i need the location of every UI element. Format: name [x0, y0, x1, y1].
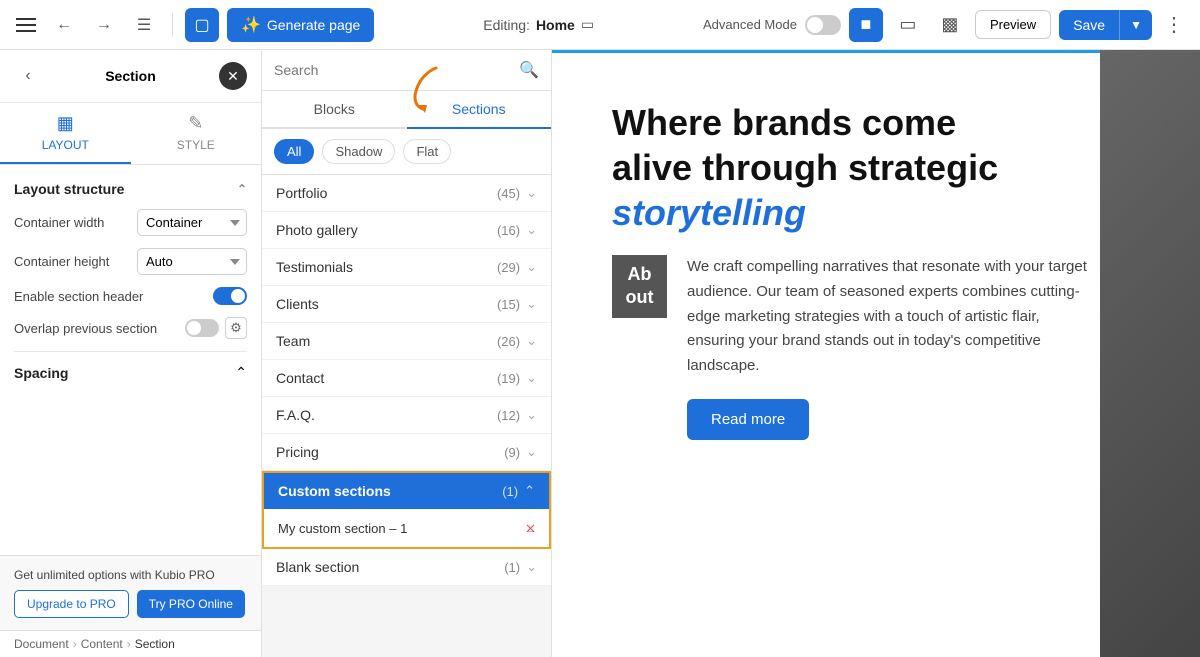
main-layout: ‹ Section ✕ ▦ LAYOUT ✎ STYLE Layout stru… — [0, 50, 1200, 657]
panel-tabs: ▦ LAYOUT ✎ STYLE — [0, 103, 261, 165]
list-item-portfolio[interactable]: Portfolio (45) ⌄ — [262, 175, 551, 212]
more-options-button[interactable]: ⋮ — [1160, 8, 1188, 41]
portfolio-chevron: ⌄ — [526, 185, 537, 201]
left-panel: ‹ Section ✕ ▦ LAYOUT ✎ STYLE Layout stru… — [0, 50, 262, 657]
container-height-row: Container height Auto — [14, 248, 247, 275]
testimonials-chevron: ⌄ — [526, 259, 537, 275]
editing-indicator: Editing: Home ▭ — [382, 16, 695, 33]
preview-button[interactable]: Preview — [975, 10, 1051, 39]
desktop-view-button[interactable]: ■ — [849, 8, 883, 42]
tab-layout[interactable]: ▦ LAYOUT — [0, 103, 131, 164]
panel-back-button[interactable]: ‹ — [14, 62, 42, 90]
pricing-chevron: ⌄ — [526, 444, 537, 460]
layout-structure-section: Layout structure ⌃ — [14, 181, 247, 197]
overlap-section-row: Overlap previous section ⚙ — [14, 317, 247, 339]
topbar-divider — [172, 13, 173, 37]
layout-edit-button[interactable]: ▢ — [185, 8, 219, 42]
sections-list: Portfolio (45) ⌄ Photo gallery (16) ⌄ Te… — [262, 175, 551, 657]
save-dropdown-button[interactable]: ▼ — [1120, 11, 1152, 39]
hero-italic: storytelling — [612, 192, 806, 233]
blocks-sections-tabs: Blocks Sections — [262, 91, 551, 129]
history-button[interactable]: ☰ — [128, 9, 160, 41]
spacing-chevron[interactable]: ⌃ — [235, 364, 247, 381]
container-width-select[interactable]: Container — [137, 209, 247, 236]
undo-button[interactable]: ← — [48, 9, 80, 41]
mobile-view-button[interactable]: ▩ — [933, 8, 967, 42]
tablet-view-button[interactable]: ▭ — [891, 8, 925, 42]
delete-custom-section-button[interactable]: ⨲ — [526, 519, 535, 537]
team-chevron: ⌄ — [526, 333, 537, 349]
try-pro-online-button[interactable]: Try PRO Online — [137, 590, 245, 618]
panel-title: Section — [42, 68, 219, 84]
spacing-section: Spacing ⌃ — [14, 351, 247, 381]
hero-heading: Where brands come alive through strategi… — [612, 100, 1092, 235]
panel-content: Layout structure ⌃ Container width Conta… — [0, 165, 261, 555]
panel-footer: Get unlimited options with Kubio PRO Upg… — [0, 555, 261, 630]
enable-section-header-row: Enable section header — [14, 287, 247, 305]
list-item-testimonials[interactable]: Testimonials (29) ⌄ — [262, 249, 551, 286]
list-item-contact[interactable]: Contact (19) ⌄ — [262, 360, 551, 397]
breadcrumb: Document › Content › Section — [0, 630, 261, 657]
preview-image-area — [1100, 50, 1200, 657]
save-button-group: Save ▼ — [1059, 10, 1152, 40]
left-panel-header: ‹ Section ✕ — [0, 50, 261, 103]
photo-gallery-chevron: ⌄ — [526, 222, 537, 238]
search-icon[interactable]: 🔍 — [519, 60, 539, 80]
list-item-clients[interactable]: Clients (15) ⌄ — [262, 286, 551, 323]
container-height-select[interactable]: Auto — [137, 248, 247, 275]
footer-buttons: Upgrade to PRO Try PRO Online — [14, 590, 247, 618]
blank-section-chevron: ⌄ — [526, 559, 537, 575]
clients-chevron: ⌄ — [526, 296, 537, 312]
breadcrumb-content[interactable]: Content — [81, 637, 123, 651]
filter-flat-pill[interactable]: Flat — [403, 139, 451, 164]
list-item-team[interactable]: Team (26) ⌄ — [262, 323, 551, 360]
panel-close-button[interactable]: ✕ — [219, 62, 247, 90]
page-preview: Where brands come alive through strategi… — [552, 50, 1200, 657]
list-item-photo-gallery[interactable]: Photo gallery (16) ⌄ — [262, 212, 551, 249]
filter-all-pill[interactable]: All — [274, 139, 314, 164]
save-main-button[interactable]: Save — [1059, 10, 1120, 40]
pages-icon[interactable]: ▭ — [581, 16, 594, 33]
custom-sections-chevron: ⌃ — [524, 483, 535, 499]
search-input[interactable] — [274, 62, 511, 78]
style-icon: ✎ — [188, 113, 203, 134]
list-item-pricing[interactable]: Pricing (9) ⌄ — [262, 434, 551, 471]
custom-section-my-section[interactable]: My custom section – 1 ⨲ — [262, 509, 551, 549]
overlap-section-toggle[interactable] — [185, 319, 219, 337]
sections-arrow-indicator — [401, 63, 451, 116]
preview-body: We craft compelling narratives that reso… — [687, 255, 1087, 379]
generate-icon: ✨ — [241, 15, 261, 35]
list-item-faq[interactable]: F.A.Q. (12) ⌄ — [262, 397, 551, 434]
filter-pills: All Shadow Flat — [262, 129, 551, 175]
container-width-row: Container width Container — [14, 209, 247, 236]
redo-button[interactable]: → — [88, 9, 120, 41]
topbar: ← → ☰ ▢ ✨ Generate page Editing: Home ▭ … — [0, 0, 1200, 50]
preview-about-sidebar: About — [612, 255, 667, 318]
arrow-svg — [401, 63, 451, 113]
faq-chevron: ⌄ — [526, 407, 537, 423]
enable-section-header-toggle[interactable] — [213, 287, 247, 305]
topbar-right: Advanced Mode ■ ▭ ▩ Preview Save ▼ ⋮ — [703, 8, 1188, 42]
generate-page-button[interactable]: ✨ Generate page — [227, 8, 374, 42]
footer-promo-text: Get unlimited options with Kubio PRO — [14, 568, 247, 582]
layout-icon: ▦ — [57, 113, 74, 134]
list-item-blank-section[interactable]: Blank section (1) ⌄ — [262, 549, 551, 586]
spacing-header[interactable]: Spacing ⌃ — [14, 364, 247, 381]
overlap-settings-button[interactable]: ⚙ — [225, 317, 247, 339]
tab-blocks[interactable]: Blocks — [262, 91, 407, 129]
advanced-mode-toggle[interactable] — [805, 15, 841, 35]
upgrade-to-pro-button[interactable]: Upgrade to PRO — [14, 590, 129, 618]
contact-chevron: ⌄ — [526, 370, 537, 386]
read-more-button[interactable]: Read more — [687, 399, 809, 440]
filter-shadow-pill[interactable]: Shadow — [322, 139, 395, 164]
breadcrumb-document[interactable]: Document — [14, 637, 69, 651]
right-content: Where brands come alive through strategi… — [552, 50, 1200, 657]
menu-icon[interactable] — [12, 11, 40, 39]
tab-style[interactable]: ✎ STYLE — [131, 103, 262, 164]
breadcrumb-section: Section — [135, 637, 175, 651]
list-item-custom-sections[interactable]: Custom sections (1) ⌃ — [262, 471, 551, 509]
sections-panel: 🔍 Blocks Sections All Shadow Flat Portfo… — [262, 50, 552, 657]
layout-structure-chevron[interactable]: ⌃ — [237, 182, 247, 196]
